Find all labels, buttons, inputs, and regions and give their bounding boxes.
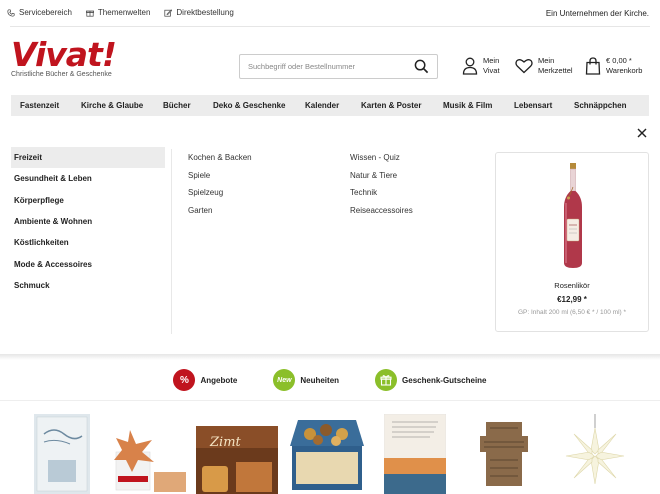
subcategory-wissen-quiz[interactable]: Wissen - Quiz: [350, 153, 413, 171]
main-nav: Fastenzeit Kirche & Glaube Bücher Deko &…: [11, 95, 649, 116]
category-mode-accessoires[interactable]: Mode & Accessoires: [11, 253, 165, 274]
heart-icon: [515, 59, 533, 74]
direktbestellung-link-label: Direktbestellung: [176, 8, 234, 17]
promo-angebote-label: Angebote: [200, 375, 238, 385]
shopping-bag-icon: [585, 57, 601, 75]
category-koerperpflege[interactable]: Körperpflege: [11, 190, 165, 211]
edit-icon: [164, 8, 173, 17]
nav-item-fastenzeit[interactable]: Fastenzeit: [20, 101, 59, 110]
subcategory-column-1: Kochen & Backen Spiele Spielzeug Garten: [188, 153, 252, 224]
logo-subtitle: Christliche Bücher & Geschenke: [11, 71, 112, 78]
nav-item-schnaeppchen[interactable]: Schnäppchen: [574, 101, 626, 110]
promo-bar: % Angebote New Neuheiten Geschenk-Gutsch…: [0, 360, 660, 400]
nav-item-kalender[interactable]: Kalender: [305, 101, 339, 110]
promo-neuheiten[interactable]: New Neuheiten: [273, 369, 339, 391]
service-links: Servicebereich Themenwelten Direktbestel…: [7, 8, 234, 17]
wishlist-line1: Mein: [538, 56, 555, 65]
gift-icon: [85, 10, 94, 17]
product-thumb-cookie-tin[interactable]: [288, 416, 366, 492]
account-line2: Vivat: [483, 66, 500, 75]
logo-wordmark: Vivat!: [11, 35, 117, 74]
gift-icon: [375, 369, 398, 391]
subcategory-natur-tiere[interactable]: Natur & Tiere: [350, 171, 413, 189]
subcategory-spielzeug[interactable]: Spielzeug: [188, 188, 252, 206]
product-thumb-bronze-plaque[interactable]: [480, 418, 528, 490]
cart-label: Warenkorb: [606, 66, 643, 75]
close-icon[interactable]: [637, 128, 647, 138]
product-name: Rosenlikör: [554, 281, 590, 290]
promo-gutscheine-label: Geschenk-Gutscheine: [402, 375, 487, 385]
wishlist-line2: Merkzettel: [538, 66, 573, 75]
service-link[interactable]: Servicebereich: [7, 8, 72, 17]
subcategory-kochen-backen[interactable]: Kochen & Backen: [188, 153, 252, 171]
menu-divider: [171, 149, 172, 334]
product-base-price: GP: Inhalt 200 ml (6,50 € * / 100 ml) *: [517, 309, 627, 316]
category-gesundheit-leben[interactable]: Gesundheit & Leben: [11, 168, 165, 189]
top-bar: Servicebereich Themenwelten Direktbestel…: [0, 0, 660, 27]
nav-item-karten-poster[interactable]: Karten & Poster: [361, 101, 421, 110]
account-button[interactable]: Mein Vivat: [462, 56, 500, 76]
nav-item-kirche-glaube[interactable]: Kirche & Glaube: [81, 101, 143, 110]
promo-gutscheine[interactable]: Geschenk-Gutscheine: [375, 369, 487, 391]
subcategory-technik[interactable]: Technik: [350, 188, 413, 206]
category-schmuck[interactable]: Schmuck: [11, 275, 165, 296]
vivat-logo[interactable]: Vivat! Christliche Bücher & Geschenke: [11, 35, 117, 78]
phone-icon: [7, 8, 15, 17]
search-input[interactable]: [240, 55, 405, 78]
subcategory-reiseaccessoires[interactable]: Reiseaccessoires: [350, 206, 413, 224]
new-badge-icon: New: [273, 369, 296, 391]
church-tagline: Ein Unternehmen der Kirche.: [545, 9, 649, 18]
promo-angebote[interactable]: % Angebote: [173, 369, 237, 391]
service-link-label: Servicebereich: [19, 8, 72, 17]
product-thumb-zimt-book[interactable]: Zimt: [196, 426, 278, 494]
category-ambiente-wohnen[interactable]: Ambiente & Wohnen: [11, 211, 165, 232]
subcategory-spiele[interactable]: Spiele: [188, 171, 252, 189]
subcategory-garten[interactable]: Garten: [188, 206, 252, 224]
nav-item-buecher[interactable]: Bücher: [163, 101, 191, 110]
percent-icon: %: [173, 369, 196, 391]
featured-product-card[interactable]: Rosenlikör €12,99 * GP: Inhalt 200 ml (6…: [495, 152, 649, 332]
product-price: €12,99 *: [557, 295, 587, 304]
liqueur-bottle-image: [564, 163, 582, 268]
svg-text:Zimt: Zimt: [209, 435, 242, 450]
nav-item-lebensart[interactable]: Lebensart: [514, 101, 552, 110]
product-thumb-star-lamp[interactable]: [112, 426, 188, 494]
cart-total: € 0,00 *: [606, 56, 632, 65]
product-thumb-card[interactable]: [384, 414, 446, 494]
nav-item-deko-geschenke[interactable]: Deko & Geschenke: [213, 101, 285, 110]
account-line1: Mein: [483, 56, 500, 65]
product-thumb-book[interactable]: [34, 414, 90, 494]
cart-button[interactable]: € 0,00 * Warenkorb: [585, 56, 642, 76]
product-carousel: Zimt: [0, 406, 660, 494]
category-koestlichkeiten[interactable]: Köstlichkeiten: [11, 232, 165, 253]
promo-divider: [0, 400, 660, 401]
themenwelten-link[interactable]: Themenwelten: [85, 8, 151, 17]
themenwelten-link-label: Themenwelten: [97, 8, 151, 17]
user-icon: [462, 57, 478, 75]
category-list: Freizeit Gesundheit & Leben Körperpflege…: [11, 147, 165, 296]
search-icon[interactable]: [414, 59, 429, 74]
direktbestellung-link[interactable]: Direktbestellung: [164, 8, 234, 17]
search-box: [239, 54, 438, 79]
nav-item-musik-film[interactable]: Musik & Film: [443, 101, 492, 110]
promo-neuheiten-label: Neuheiten: [300, 375, 340, 385]
category-freizeit[interactable]: Freizeit: [11, 147, 165, 169]
wishlist-button[interactable]: Mein Merkzettel: [515, 56, 573, 76]
product-thumb-herrnhut-star[interactable]: [562, 414, 628, 494]
subcategory-column-2: Wissen - Quiz Natur & Tiere Technik Reis…: [350, 153, 413, 224]
site-header: Vivat! Christliche Bücher & Geschenke Me…: [0, 27, 660, 95]
mega-menu: Freizeit Gesundheit & Leben Körperpflege…: [0, 116, 660, 356]
